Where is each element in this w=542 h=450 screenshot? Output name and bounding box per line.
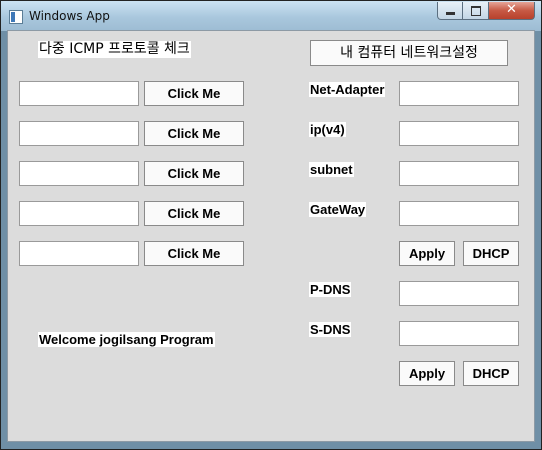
window-title: Windows App <box>29 9 110 23</box>
network-settings-button[interactable]: 내 컴퓨터 네트워크설정 <box>310 40 508 66</box>
maximize-icon <box>471 6 481 16</box>
click-me-button-4[interactable]: Click Me <box>144 201 244 226</box>
ipv4-input[interactable] <box>399 121 519 146</box>
ipv4-label: ip(v4) <box>309 122 346 137</box>
click-me-button-2[interactable]: Click Me <box>144 121 244 146</box>
apply-button-dns[interactable]: Apply <box>399 361 455 386</box>
subnet-input[interactable] <box>399 161 519 186</box>
click-me-button-5[interactable]: Click Me <box>144 241 244 266</box>
ping-input-5[interactable] <box>19 241 139 266</box>
apply-button-ip[interactable]: Apply <box>399 241 455 266</box>
welcome-label: Welcome jogilsang Program <box>38 332 215 347</box>
ping-input-4[interactable] <box>19 201 139 226</box>
secondary-dns-input[interactable] <box>399 321 519 346</box>
ping-input-3[interactable] <box>19 161 139 186</box>
net-adapter-label: Net-Adapter <box>309 82 386 97</box>
subnet-label: subnet <box>309 162 354 177</box>
icmp-heading: 다중 ICMP 프로토콜 체크 <box>38 41 191 58</box>
gateway-input[interactable] <box>399 201 519 226</box>
close-icon: ✕ <box>506 2 517 17</box>
secondary-dns-label: S-DNS <box>309 322 352 337</box>
primary-dns-input[interactable] <box>399 281 519 306</box>
maximize-button[interactable] <box>463 2 489 20</box>
click-me-button-3[interactable]: Click Me <box>144 161 244 186</box>
minimize-icon <box>446 12 455 15</box>
click-me-button-1[interactable]: Click Me <box>144 81 244 106</box>
dhcp-button-dns[interactable]: DHCP <box>463 361 519 386</box>
title-bar[interactable]: Windows App ✕ <box>1 1 541 31</box>
gateway-label: GateWay <box>309 202 367 217</box>
minimize-button[interactable] <box>437 2 463 20</box>
app-icon <box>9 10 23 24</box>
net-adapter-input[interactable] <box>399 81 519 106</box>
primary-dns-label: P-DNS <box>309 282 352 297</box>
ping-input-2[interactable] <box>19 121 139 146</box>
ping-input-1[interactable] <box>19 81 139 106</box>
dhcp-button-ip[interactable]: DHCP <box>463 241 519 266</box>
close-button[interactable]: ✕ <box>489 2 535 20</box>
